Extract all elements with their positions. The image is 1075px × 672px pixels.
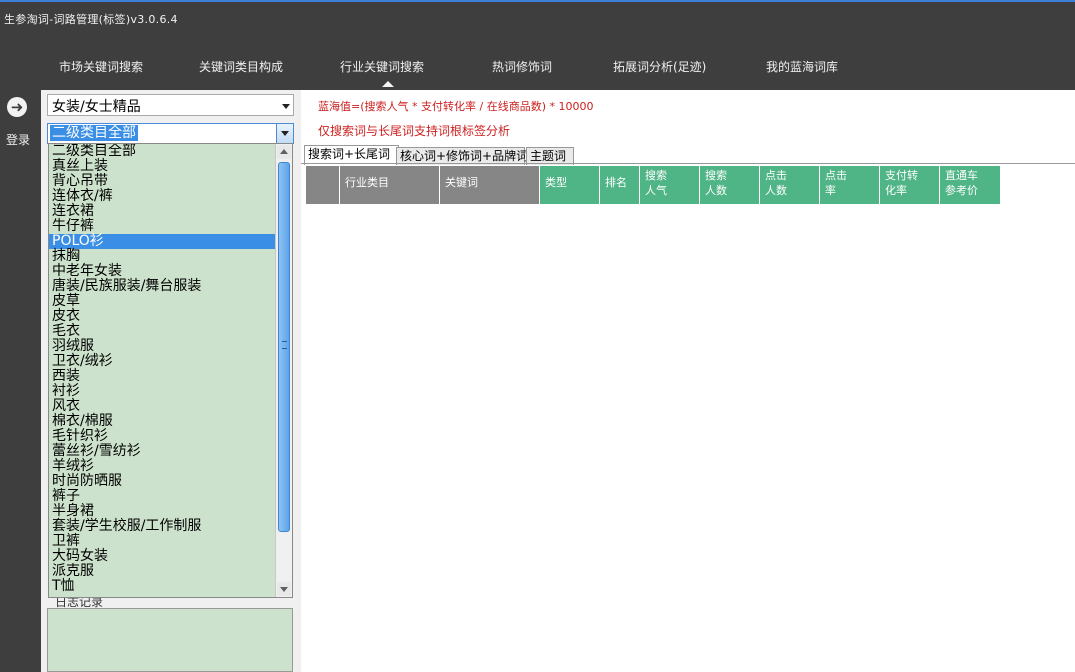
nav-keyword-category[interactable]: 关键词类目构成 xyxy=(199,58,283,75)
tab-divider xyxy=(301,163,1075,164)
column-header-label: 直通车 xyxy=(945,169,978,182)
nav-market-keyword-search[interactable]: 市场关键词搜索 xyxy=(59,58,143,75)
dropdown-option[interactable]: 连衣裙 xyxy=(49,204,277,219)
dropdown-option[interactable]: 背心吊带 xyxy=(49,174,277,189)
column-header-search-popularity[interactable]: 搜索 人气 xyxy=(640,166,700,204)
column-header-label: 搜索 xyxy=(705,169,727,182)
dropdown-options: 二级类目全部 真丝上装 背心吊带 连体衣/裤 连衣裙 牛仔裤 POLO衫 抹胸 中老年女装 唐装/… xyxy=(49,144,277,594)
scroll-down-icon[interactable] xyxy=(277,582,291,596)
dropdown-option[interactable]: 派克服 xyxy=(49,564,277,579)
dropdown-option[interactable]: 二级类目全部 xyxy=(49,144,277,159)
column-header-clickers[interactable]: 点击 人数 xyxy=(760,166,820,204)
column-header-ctr[interactable]: 点击率 xyxy=(820,166,880,204)
dropdown-option[interactable]: 羽绒服 xyxy=(49,339,277,354)
analysis-note: 仅搜索词与长尾词支持词根标签分析 xyxy=(318,124,511,138)
column-header-rank[interactable]: 排名 xyxy=(600,166,640,204)
dropdown-option[interactable]: 半身裙 xyxy=(49,504,277,519)
dropdown-option[interactable]: 大码女装 xyxy=(49,549,277,564)
nav-expansion-analysis[interactable]: 拓展词分析(足迹) xyxy=(613,58,706,75)
dropdown-option[interactable]: 抹胸 xyxy=(49,249,277,264)
dropdown-option[interactable]: 毛针织衫 xyxy=(49,429,277,444)
dropdown-option[interactable]: 衬衫 xyxy=(49,384,277,399)
dropdown-option[interactable]: 中老年女装 xyxy=(49,264,277,279)
dropdown-option[interactable]: 唐装/民族服装/舞台服装 xyxy=(49,279,277,294)
active-tab-indicator-icon xyxy=(382,81,394,87)
column-header-label: 点击 xyxy=(765,169,787,182)
dropdown-option[interactable]: 真丝上装 xyxy=(49,159,277,174)
window-title: 生参淘词-词路管理(标签)v3.0.6.4 xyxy=(4,13,178,26)
dropdown-option[interactable]: 西装 xyxy=(49,369,277,384)
dropdown-option[interactable]: 棉衣/棉服 xyxy=(49,414,277,429)
column-header-type[interactable]: 类型 xyxy=(540,166,600,204)
column-header-label: 支付转 xyxy=(885,169,918,182)
column-header-label-2: 参考价 xyxy=(945,184,978,197)
left-sidebar: ➜ 登录 xyxy=(0,90,41,672)
category-value: 女装/女士精品 xyxy=(52,99,141,115)
grip-icon xyxy=(282,341,287,349)
scroll-up-icon[interactable] xyxy=(277,145,291,159)
dropdown-option[interactable]: 风衣 xyxy=(49,399,277,414)
column-header-label-2: 人数 xyxy=(765,184,787,197)
scrollbar-thumb[interactable] xyxy=(278,162,290,532)
dropdown-scrollbar[interactable] xyxy=(275,144,292,597)
arrow-right-circle-icon[interactable]: ➜ xyxy=(7,97,27,117)
dropdown-option[interactable]: 毛衣 xyxy=(49,324,277,339)
dropdown-option[interactable]: 时尚防晒服 xyxy=(49,474,277,489)
column-header-label-2: 化率 xyxy=(885,184,907,197)
column-header-label-2: 率 xyxy=(825,184,836,197)
chevron-down-icon xyxy=(282,104,290,109)
dropdown-option[interactable]: 牛仔裤 xyxy=(49,219,277,234)
dropdown-option[interactable]: 套装/学生校服/工作制服 xyxy=(49,519,277,534)
column-header-category[interactable]: 行业类目 xyxy=(340,166,440,204)
column-header-label: 排名 xyxy=(605,176,627,189)
column-header-keyword[interactable]: 关键词 xyxy=(440,166,540,204)
dropdown-option[interactable]: 蕾丝衫/雪纺衫 xyxy=(49,444,277,459)
nav-hot-modifier-words[interactable]: 热词修饰词 xyxy=(492,58,552,75)
subcategory-dropdown-list[interactable]: 二级类目全部 真丝上装 背心吊带 连体衣/裤 连衣裙 牛仔裤 POLO衫 抹胸 中老年女装 唐装/… xyxy=(48,143,293,598)
dropdown-option[interactable]: 羊绒衫 xyxy=(49,459,277,474)
login-label[interactable]: 登录 xyxy=(6,131,30,148)
subcategory-dropdown-button[interactable] xyxy=(276,124,293,143)
column-header-label: 点击 xyxy=(825,169,847,182)
main-panel: 蓝海值=(搜索人气 * 支付转化率 / 在线商品数) * 10000 仅搜索词与… xyxy=(301,90,1075,672)
column-header-label-2: 人气 xyxy=(645,184,667,197)
subcategory-value: 二级类目全部 xyxy=(49,124,139,142)
blue-ocean-formula: 蓝海值=(搜索人气 * 支付转化率 / 在线商品数) * 10000 xyxy=(318,100,594,113)
dropdown-option[interactable]: 皮草 xyxy=(49,294,277,309)
column-header-label: 关键词 xyxy=(445,176,478,189)
grid-corner-cell[interactable] xyxy=(306,166,340,204)
dropdown-option[interactable]: 裤子 xyxy=(49,489,277,504)
column-header-label: 行业类目 xyxy=(345,176,389,189)
title-bar: 生参淘词-词路管理(标签)v3.0.6.4 xyxy=(0,0,1075,34)
dropdown-option[interactable]: 卫裤 xyxy=(49,534,277,549)
dropdown-option[interactable]: POLO衫 xyxy=(49,234,277,249)
dropdown-option[interactable]: T恤 xyxy=(49,579,277,594)
chevron-down-icon xyxy=(281,131,289,136)
category-select[interactable]: 女装/女士精品 xyxy=(47,94,294,116)
column-header-searchers[interactable]: 搜索 人数 xyxy=(700,166,760,204)
top-nav: 市场关键词搜索 关键词类目构成 行业关键词搜索 热词修饰词 拓展词分析(足迹) … xyxy=(0,34,1075,90)
subcategory-select[interactable]: 二级类目全部 xyxy=(47,123,294,144)
column-header-label: 搜索 xyxy=(645,169,667,182)
column-header-ppc-price[interactable]: 直通车 参考价 xyxy=(940,166,1000,204)
column-header-label-2: 人数 xyxy=(705,184,727,197)
column-header-label: 类型 xyxy=(545,176,567,189)
column-header-pay-conversion[interactable]: 支付转 化率 xyxy=(880,166,940,204)
nav-blue-ocean-library[interactable]: 我的蓝海词库 xyxy=(766,58,838,75)
log-area xyxy=(47,608,293,672)
dropdown-option[interactable]: 皮衣 xyxy=(49,309,277,324)
dropdown-option[interactable]: 卫衣/绒衫 xyxy=(49,354,277,369)
tab-search-longtail[interactable]: 搜索词+长尾词 xyxy=(304,145,399,165)
dropdown-option[interactable]: 连体衣/裤 xyxy=(49,189,277,204)
nav-industry-keyword-search[interactable]: 行业关键词搜索 xyxy=(340,58,424,75)
